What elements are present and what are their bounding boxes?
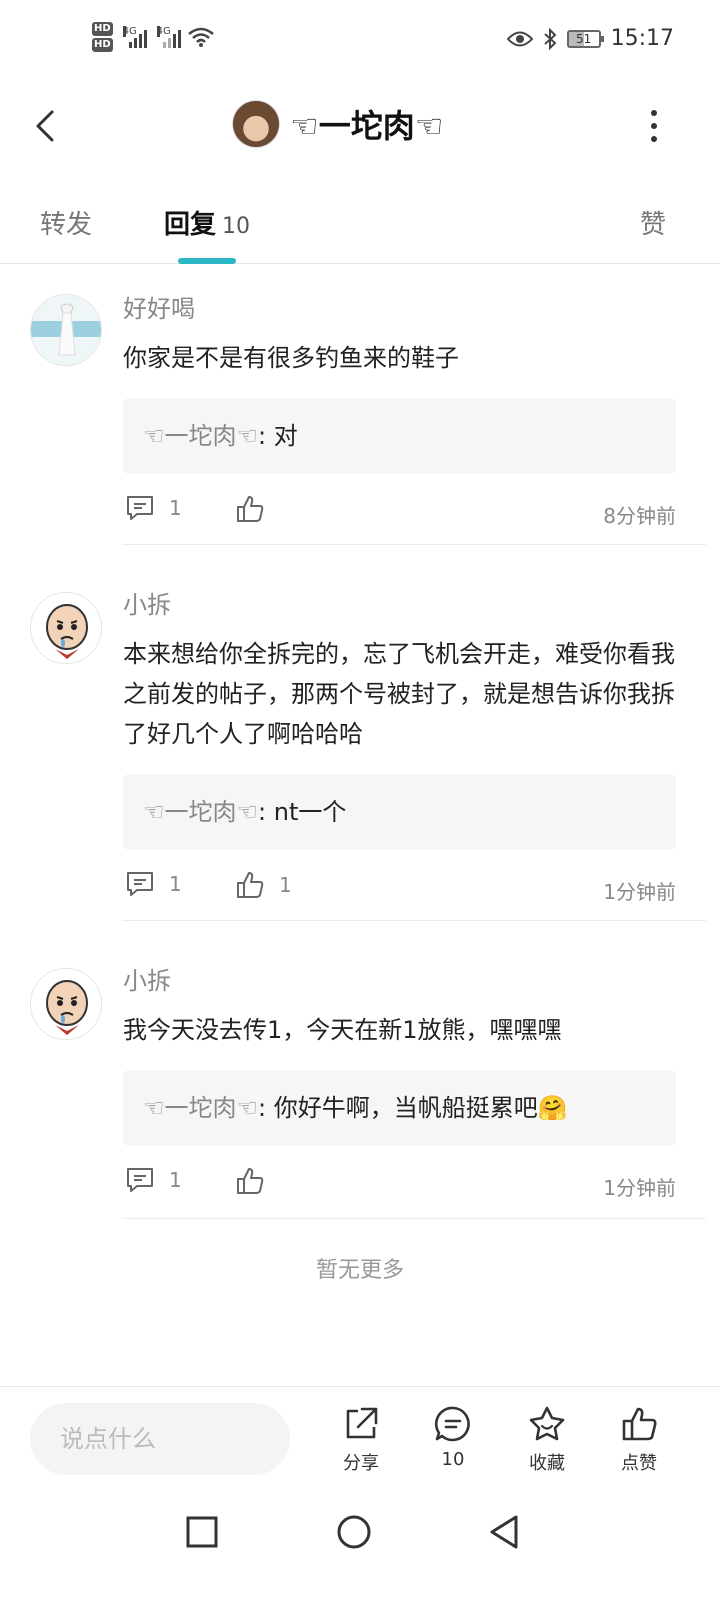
tab-reply-count: 10 [222,214,251,239]
page-title: ☜一坨肉☜ [290,107,444,145]
comment-text: 本来想给你全拆完的，忘了飞机会开走，难受你看我之前发的帖子，那两个号被封了，就是… [123,640,675,748]
reply-count: 1 [169,1168,182,1192]
like-label: 点赞 [621,1453,657,1474]
like-button[interactable]: 1 [235,870,292,900]
quote-text: : nt一个 [258,798,347,826]
reply-count: 1 [169,872,182,896]
recent-apps-icon[interactable] [182,1512,222,1552]
comment-actions: 1 1 1分钟前 [123,870,676,910]
comment-bubble-icon [434,1406,470,1442]
share-button[interactable]: 分享 [326,1405,396,1475]
commenter-name[interactable]: 好好喝 [123,294,676,324]
commenter-avatar[interactable] [30,592,102,664]
share-label: 分享 [343,1453,379,1474]
comments-button[interactable]: 10 [418,1405,488,1470]
thumbs-up-icon [622,1407,657,1441]
quote-text: : 对 [258,422,298,450]
comment-body: 小拆 本来想给你全拆完的，忘了飞机会开走，难受你看我之前发的帖子，那两个号被封了… [123,590,676,910]
thumbs-up-icon [237,496,264,522]
reply-quote[interactable]: ☜一坨肉☜: nt一个 [123,774,676,850]
bluetooth-icon [543,27,557,50]
like-button[interactable] [235,494,279,524]
comment-icon [127,496,153,520]
favorite-label: 收藏 [529,1453,565,1474]
home-icon[interactable] [334,1512,374,1552]
like-post-button[interactable]: 点赞 [604,1405,674,1475]
comment-actions: 1 1分钟前 [123,1166,676,1206]
comment-body: 好好喝 你家是不是有很多钓鱼来的鞋子 ☜一坨肉☜: 对 1 8分钟前 [123,294,676,534]
commenter-avatar[interactable] [30,294,102,366]
favorite-button[interactable]: 收藏 [512,1405,582,1475]
battery-icon: 51 [566,29,604,48]
commenter-name[interactable]: 小拆 [123,590,676,620]
tab-bar: 转发 回复 10 赞 [0,186,720,264]
quote-author: ☜一坨肉☜ [143,1094,259,1122]
more-options-icon[interactable] [646,110,662,142]
reply-quote[interactable]: ☜一坨肉☜: 你好牛啊，当帆船挺累吧🤗 [123,1070,676,1146]
network-indicators: HD HD 4G 4G [92,22,215,52]
comment-actions: 1 8分钟前 [123,494,676,534]
eye-icon [506,31,533,46]
comment-icon [127,1168,153,1192]
bottom-action-bar: 说点什么 分享 10 收藏 点赞 [0,1386,720,1490]
divider [122,544,706,545]
comments-count: 10 [441,1449,465,1470]
signal-icon-1: 4G [122,26,147,48]
comment-input[interactable]: 说点什么 [30,1403,290,1475]
back-icon[interactable] [484,1512,524,1552]
reply-quote[interactable]: ☜一坨肉☜: 对 [123,398,676,474]
divider [122,1218,706,1219]
comment-body: 小拆 我今天没去传1，今天在新1放熊，嘿嘿嘿 ☜一坨肉☜: 你好牛啊，当帆船挺累… [123,966,676,1206]
tab-reply[interactable]: 回复 10 [164,204,250,241]
quote-author: ☜一坨肉☜ [143,798,259,826]
tab-reply-label: 回复 [164,210,217,240]
comment-icon [127,872,153,896]
hd-badge-1: HD [92,22,113,36]
tab-like[interactable]: 赞 [640,204,666,241]
comment-time: 1分钟前 [603,880,676,904]
active-tab-indicator [178,258,236,264]
comment-time: 8分钟前 [603,504,676,528]
comment-time: 1分钟前 [603,1176,676,1200]
like-count: 1 [279,873,292,897]
back-arrow-icon[interactable] [30,108,62,144]
thumbs-up-icon [237,872,264,898]
star-icon [529,1406,565,1441]
system-nav-bar [0,1490,720,1600]
clock: 15:17 [610,26,674,51]
status-bar: HD HD 4G 4G 51 15:17 [0,0,720,86]
reply-button[interactable]: 1 [125,494,182,522]
title-user[interactable]: ☜一坨肉☜ [232,100,443,148]
no-more-text: 暂无更多 [315,1258,404,1283]
quote-text: : 你好牛啊，当帆船挺累吧🤗 [258,1094,568,1122]
reply-button[interactable]: 1 [125,870,182,898]
comment-text: 你家是不是有很多钓鱼来的鞋子 [123,344,459,372]
comment-text: 我今天没去传1，今天在新1放熊，嘿嘿嘿 [123,1016,562,1044]
user-avatar[interactable] [232,100,280,148]
hd-badge-2: HD [92,38,113,52]
like-button[interactable] [235,1166,279,1196]
share-icon [346,1407,378,1439]
reply-button[interactable]: 1 [125,1166,182,1194]
commenter-avatar[interactable] [30,968,102,1040]
system-indicators: 51 15:17 [506,26,674,51]
divider [122,920,706,921]
commenter-name[interactable]: 小拆 [123,966,676,996]
reply-count: 1 [169,496,182,520]
tab-forward[interactable]: 转发 [40,204,92,241]
signal-icon-2: 4G [156,26,181,48]
thumbs-up-icon [237,1168,264,1194]
title-bar: ☜一坨肉☜ [0,86,720,166]
quote-author: ☜一坨肉☜ [143,422,259,450]
wifi-icon [187,27,214,47]
